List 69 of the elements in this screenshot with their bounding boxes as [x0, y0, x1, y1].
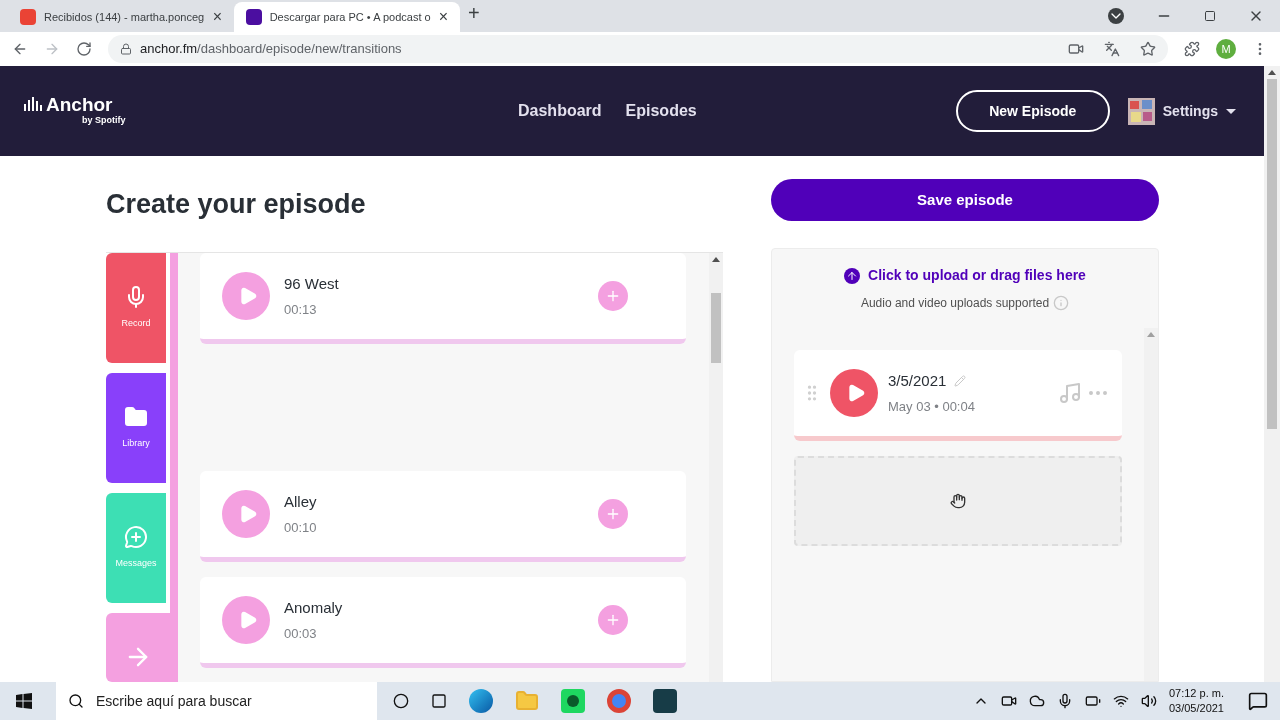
- play-icon: [238, 286, 258, 306]
- meet-icon[interactable]: [1000, 693, 1017, 709]
- edge-browser-icon[interactable]: [469, 689, 493, 713]
- plus-icon: [605, 288, 621, 304]
- play-icon: [238, 504, 258, 524]
- new-episode-button[interactable]: New Episode: [955, 90, 1110, 132]
- settings-menu[interactable]: Settings: [1162, 100, 1236, 122]
- nav-link[interactable]: Dashboard: [518, 99, 602, 123]
- cortana-icon[interactable]: [393, 693, 409, 709]
- new-tab-button[interactable]: +: [468, 0, 480, 28]
- message-plus-icon: [124, 525, 148, 550]
- back-icon[interactable]: [12, 41, 28, 57]
- cloud-icon[interactable]: [1028, 693, 1045, 709]
- play-button[interactable]: [830, 369, 878, 417]
- tab-favicon-icon: [246, 9, 262, 25]
- search-icon: [68, 693, 84, 709]
- tab-title: Descargar para PC • A podcast o: [269, 9, 431, 25]
- taskbar-clock[interactable]: 07:12 p. m. 03/05/2021: [1168, 686, 1224, 716]
- tab-search-icon[interactable]: [1108, 8, 1124, 24]
- camera-icon[interactable]: [1068, 41, 1084, 57]
- nav-link[interactable]: Episodes: [625, 99, 697, 123]
- logo-wave-icon: [24, 96, 42, 113]
- play-icon: [238, 610, 258, 630]
- caret-icon: [1226, 108, 1236, 114]
- url-text: anchor.fm/dashboard/episode/new/transitions: [140, 40, 403, 59]
- browser-tab[interactable]: Recibidos (144) - martha.ponceg ×: [8, 2, 234, 32]
- notifications-icon[interactable]: [1248, 691, 1268, 711]
- transition-name: Alley: [284, 492, 318, 512]
- transition-duration: 00:10: [284, 518, 318, 537]
- transition-duration: 00:03: [284, 624, 318, 643]
- music-app-icon[interactable]: [561, 689, 585, 713]
- translate-icon[interactable]: [1104, 41, 1120, 57]
- tab-title: Recibidos (144) - martha.ponceg: [44, 9, 205, 25]
- chrome-icon[interactable]: [607, 689, 631, 713]
- address-bar[interactable]: anchor.fm/dashboard/episode/new/transitions: [108, 35, 1168, 63]
- upload-link[interactable]: Click to upload or drag files here: [844, 265, 1086, 286]
- restore-icon[interactable]: [1204, 10, 1216, 22]
- save-episode-button[interactable]: Save episode: [771, 179, 1159, 221]
- logo-subtitle: by Spotify: [82, 113, 127, 127]
- segment-title: 3/5/2021: [888, 371, 947, 391]
- lock-icon: [120, 43, 132, 55]
- taskbar-search-field[interactable]: Escribe aquí para buscar: [56, 682, 377, 720]
- grab-cursor-icon: [950, 493, 966, 509]
- play-icon: [846, 383, 866, 403]
- reload-icon[interactable]: [76, 41, 92, 57]
- segment-card[interactable]: 3/5/2021 May 03 • 00:04: [794, 350, 1122, 441]
- plus-icon: [605, 506, 621, 522]
- upload-icon: [844, 267, 861, 284]
- transition-duration: 00:13: [284, 300, 318, 319]
- extensions-icon[interactable]: [1184, 41, 1200, 57]
- plus-icon: [605, 612, 621, 628]
- tool-tab[interactable]: Library: [106, 373, 166, 483]
- volume-icon[interactable]: [1140, 693, 1157, 709]
- page-title: Create your episode: [106, 188, 367, 221]
- upload-hint: Audio and video uploads supported: [860, 295, 1050, 312]
- windows-start-icon[interactable]: [16, 693, 32, 709]
- bookmark-star-icon[interactable]: [1140, 41, 1156, 57]
- task-view-icon[interactable]: [431, 693, 447, 709]
- wifi-icon[interactable]: [1112, 693, 1129, 709]
- tab-close-button[interactable]: ×: [212, 5, 222, 29]
- tab-favicon-icon: [20, 9, 36, 25]
- battery-icon[interactable]: [1084, 693, 1101, 709]
- tab-close-button[interactable]: ×: [438, 5, 448, 29]
- transition-name: Anomaly: [284, 598, 344, 618]
- logo-text: Anchor: [46, 94, 113, 114]
- terminal-app-icon[interactable]: [653, 689, 677, 713]
- browser-tab[interactable]: Descargar para PC • A podcast o ×: [234, 2, 460, 32]
- segment-meta: May 03 • 00:04: [888, 397, 976, 416]
- transition-name: 96 West: [284, 274, 340, 294]
